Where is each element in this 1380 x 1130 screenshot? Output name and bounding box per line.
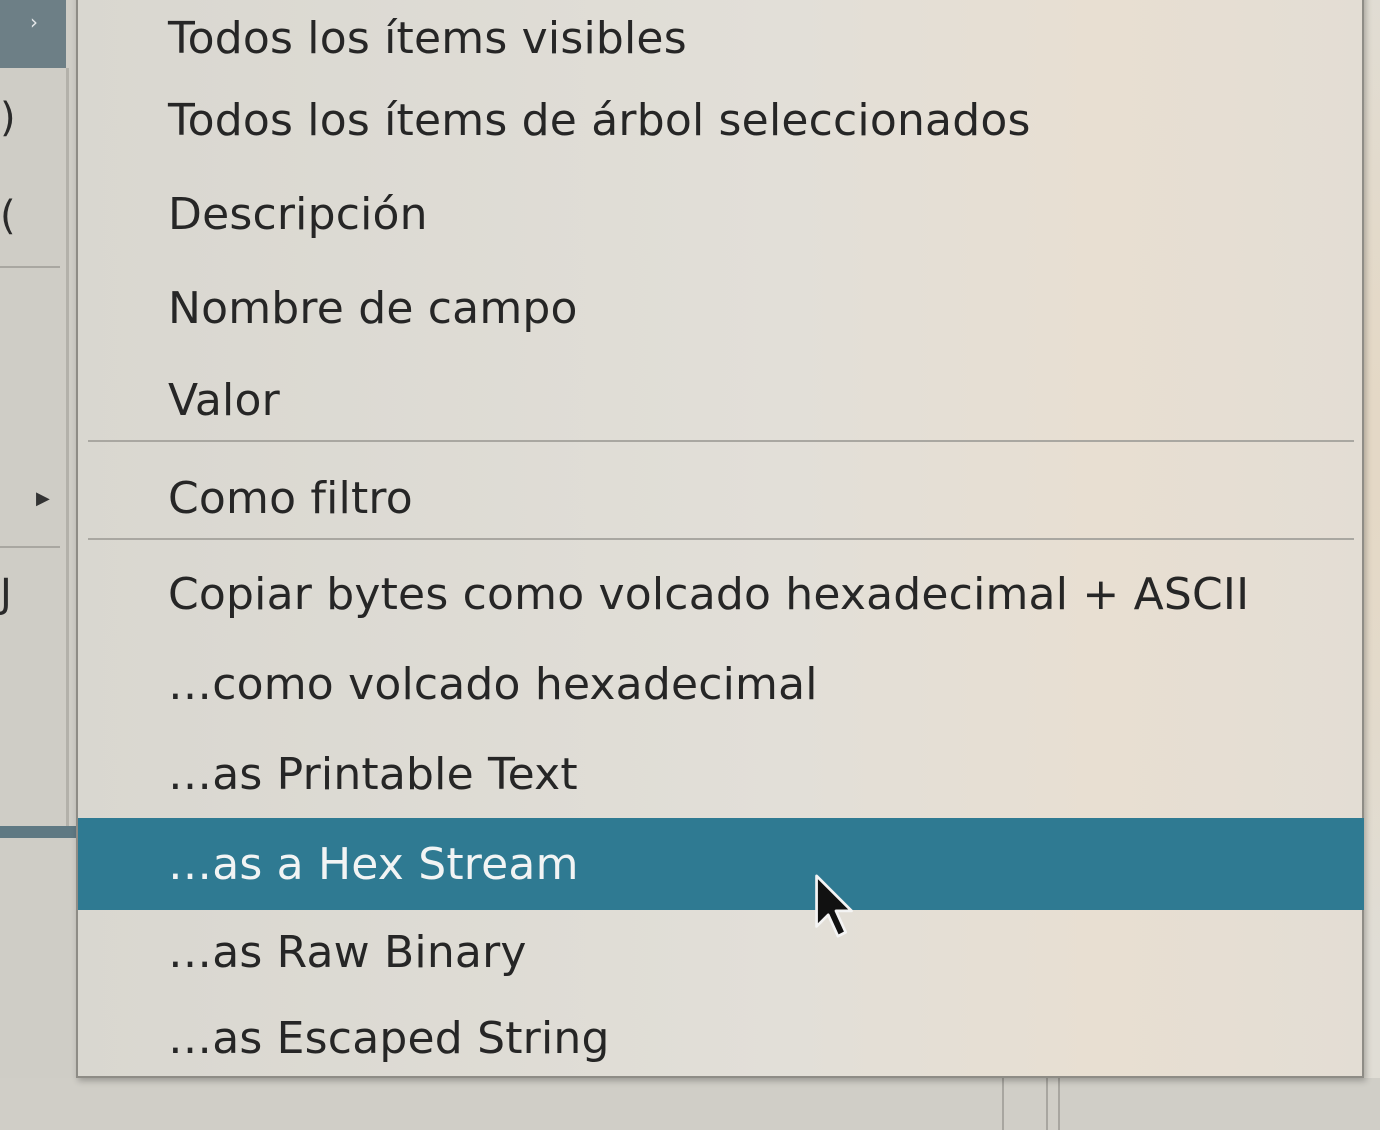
background-window-pane: › ) ( ▶ J (0, 0, 78, 1130)
menu-item-description[interactable]: Descripción (78, 168, 1364, 260)
background-column-divider (1058, 1078, 1060, 1130)
copy-context-menu: Todos los ítems visibles Todos los ítems… (76, 0, 1364, 1078)
background-window-bottom (0, 1078, 1380, 1130)
menu-item-label: Descripción (168, 188, 428, 240)
background-selected-row (0, 826, 78, 838)
background-header-cell: › (0, 0, 66, 68)
menu-item-label: …as a Hex Stream (168, 838, 579, 890)
background-column-divider (66, 68, 69, 828)
menu-item-copy-bytes-hex-ascii[interactable]: Copiar bytes como volcado hexadecimal + … (78, 548, 1364, 640)
menu-item-as-hex-dump[interactable]: …como volcado hexadecimal (78, 638, 1364, 730)
background-column-divider (1046, 1078, 1048, 1130)
menu-item-as-escaped-string[interactable]: …as Escaped String (78, 992, 1364, 1084)
mouse-pointer-icon (815, 874, 853, 938)
partial-paren-glyph: ( (0, 193, 16, 239)
menu-item-label: …as Raw Binary (168, 926, 527, 978)
menu-item-as-hex-stream[interactable]: …as a Hex Stream (78, 818, 1364, 910)
menu-item-field-name[interactable]: Nombre de campo (78, 262, 1364, 354)
menu-item-value[interactable]: Valor (78, 354, 1364, 446)
menu-item-label: …como volcado hexadecimal (168, 658, 818, 710)
menu-item-as-filter[interactable]: Como filtro (78, 452, 1364, 544)
menu-separator (88, 440, 1354, 442)
menu-item-label: …as Escaped String (168, 1012, 610, 1064)
screen: › ) ( ▶ J Todos los ítems visibles Todos… (0, 0, 1380, 1130)
menu-item-all-selected-tree-items[interactable]: Todos los ítems de árbol seleccionados (78, 74, 1364, 166)
menu-item-label: Como filtro (168, 472, 413, 524)
chevron-right-icon: › (30, 10, 38, 34)
menu-item-label: Valor (168, 374, 280, 426)
background-column-divider (1002, 1078, 1004, 1130)
background-row-divider (0, 546, 60, 548)
menu-item-as-printable-text[interactable]: …as Printable Text (78, 728, 1364, 820)
menu-item-label: Nombre de campo (168, 282, 578, 334)
menu-item-all-visible-items[interactable]: Todos los ítems visibles (78, 0, 1364, 84)
partial-paren-glyph: ) (0, 95, 16, 141)
menu-item-label: …as Printable Text (168, 748, 578, 800)
menu-item-label: Todos los ítems de árbol seleccionados (168, 94, 1031, 146)
partial-bracket-glyph: J (0, 571, 12, 617)
menu-item-label: Todos los ítems visibles (168, 12, 687, 64)
menu-item-as-raw-binary[interactable]: …as Raw Binary (78, 906, 1364, 998)
triangle-right-icon: ▶ (36, 488, 50, 509)
menu-separator (88, 538, 1354, 540)
background-row-divider (0, 266, 60, 268)
menu-item-label: Copiar bytes como volcado hexadecimal + … (168, 568, 1250, 620)
